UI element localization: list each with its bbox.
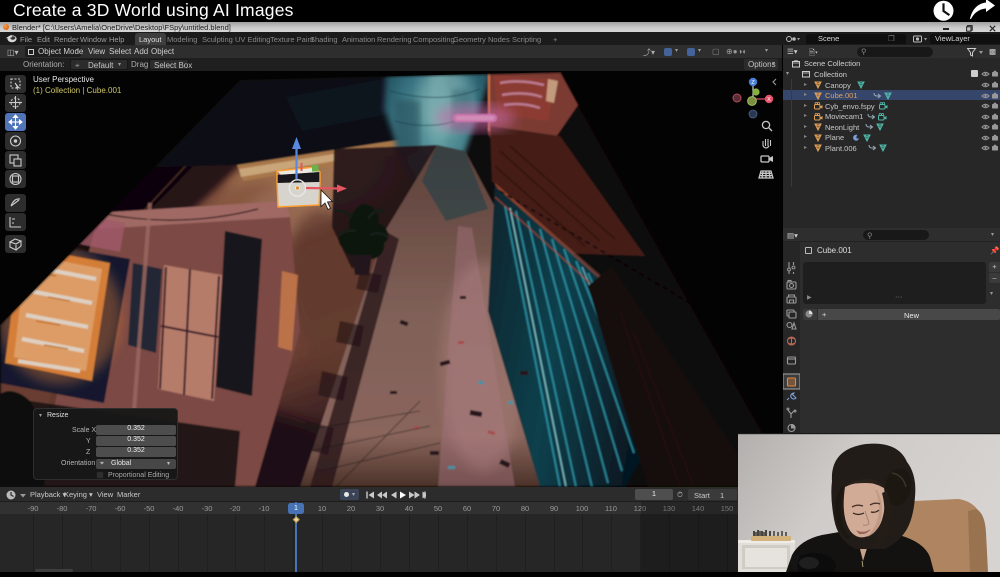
svg-text:X: X [767,97,771,103]
